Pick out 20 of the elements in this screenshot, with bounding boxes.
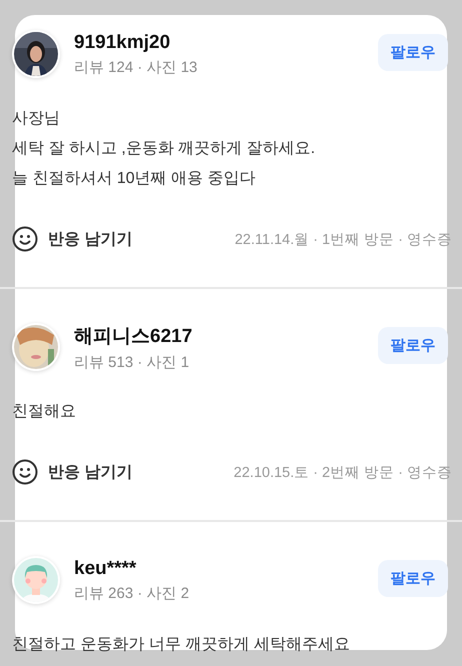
review-text: 친절해요 <box>12 402 77 422</box>
follow-button[interactable]: 팔로우 <box>378 34 448 71</box>
review-text: 세탁 잘 하시고 ,운동화 깨끗하게 잘하세요. <box>12 139 316 159</box>
user-name[interactable]: 9191kmj20 <box>74 32 378 54</box>
user-name[interactable]: 해피니스6217 <box>74 322 378 348</box>
reaction-button[interactable]: 반응 남기기 <box>12 226 132 252</box>
reaction-button[interactable]: 반응 남기기 <box>12 459 132 485</box>
smiley-icon <box>12 226 38 252</box>
review-stats: 리뷰 513 · 사진 1 <box>74 352 190 372</box>
review-stats: 리뷰 124 · 사진 13 <box>74 58 198 76</box>
review-text: 늘 친절하셔서 10년째 애용 중입다 <box>12 169 257 189</box>
smiley-icon <box>12 459 38 485</box>
review-stats: 리뷰 263 · 사진 2 <box>74 584 190 602</box>
visit-info: 22.10.15.토 · 2번째 방문 · 영수증 <box>234 464 452 482</box>
user-name[interactable]: keu**** <box>74 558 378 580</box>
visit-info: 22.11.14.월 · 1번째 방문 · 영수증 <box>234 230 452 248</box>
review-text: 사장님 <box>12 109 61 129</box>
follow-button[interactable]: 팔로우 <box>378 327 448 364</box>
review-text: 친절하고 운동화가 너무 깨끗하게 세탁해주세요 <box>12 635 351 655</box>
follow-button[interactable]: 팔로우 <box>378 560 448 597</box>
